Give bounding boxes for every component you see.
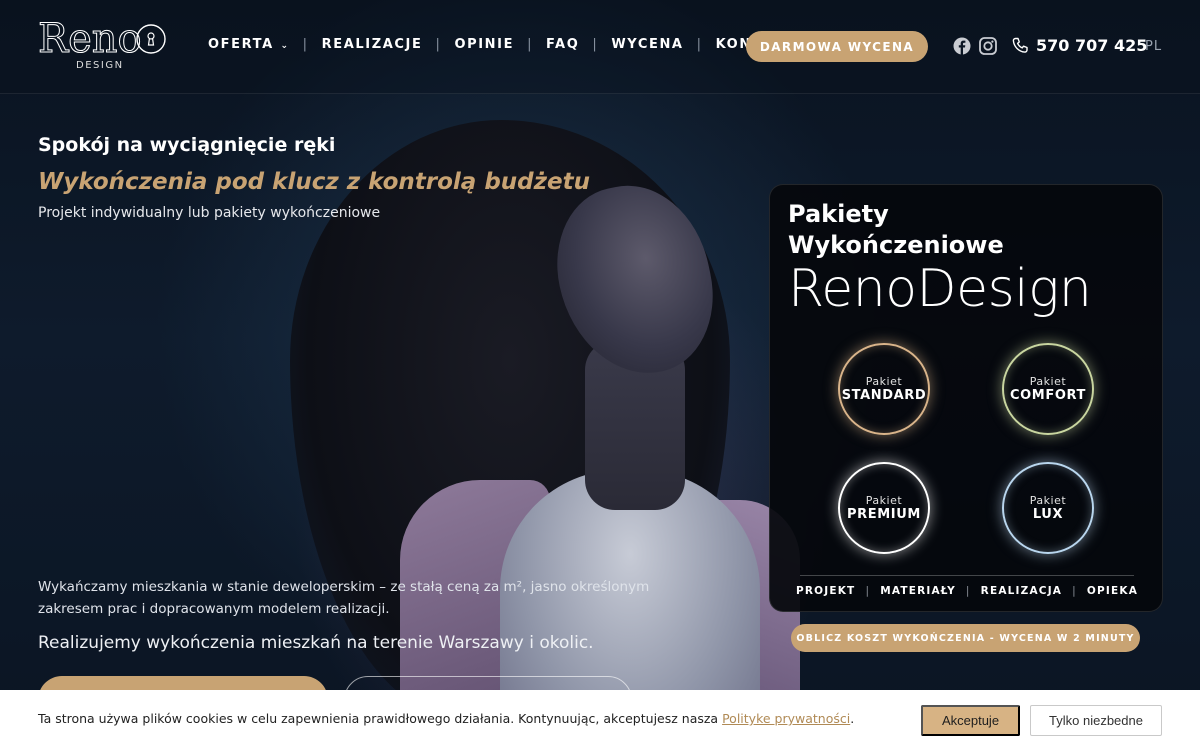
package-name: STANDARD <box>841 388 927 403</box>
free-quote-button[interactable]: DARMOWA WYCENA <box>746 31 928 62</box>
logo-subtitle: DESIGN <box>76 60 124 71</box>
nav-separator: | <box>435 37 442 52</box>
package-standard[interactable]: Pakiet STANDARD <box>838 343 930 435</box>
phone-icon <box>1012 37 1029 54</box>
packages-heading: Pakiety Wykończeniowe <box>788 199 1004 261</box>
feature-opieka: OPIEKA <box>1086 585 1139 597</box>
hero-subtitle: Wykończenia pod klucz z kontrolą budżetu <box>38 169 590 195</box>
cookie-necessary-only-button[interactable]: Tylko niezbedne <box>1030 705 1162 736</box>
privacy-policy-link[interactable]: Polityke prywatności <box>722 711 850 726</box>
logo-word: Reno <box>38 16 142 62</box>
nav-separator: | <box>592 37 599 52</box>
packages-features: PROJEKT | MATERIAŁY | REALIZACJA | OPIEK… <box>770 585 1164 597</box>
package-small-label: Pakiet <box>865 375 903 388</box>
packages-brand: RenoDesign <box>788 259 1092 319</box>
feature-separator: | <box>865 585 871 597</box>
package-name: COMFORT <box>1010 388 1086 403</box>
logo[interactable]: Reno DESIGN <box>38 14 173 74</box>
package-name: LUX <box>1032 507 1064 522</box>
calculate-cost-button[interactable]: OBLICZ KOSZT WYKOŃCZENIA - WYCENA W 2 MI… <box>791 624 1140 652</box>
hero-paragraph: Wykańczamy mieszkania w stanie deweloper… <box>38 579 650 617</box>
package-small-label: Pakiet <box>865 494 903 507</box>
feature-separator: | <box>965 585 971 597</box>
nav-separator: | <box>302 37 309 52</box>
nav-item-opinie[interactable]: OPINIE <box>454 37 514 52</box>
nav-item-wycena[interactable]: WYCENA <box>611 37 683 52</box>
packages-card: Pakiety Wykończeniowe RenoDesign Pakiet … <box>769 184 1163 612</box>
packages-heading-line2: Wykończeniowe <box>788 231 1004 259</box>
nav-label: OFERTA <box>208 37 274 52</box>
nav-item-oferta[interactable]: OFERTA ⌄ <box>208 37 290 52</box>
package-lux[interactable]: Pakiet LUX <box>1002 462 1094 554</box>
package-small-label: Pakiet <box>1029 375 1067 388</box>
hero-title: Spokój na wyciągnięcie ręki <box>38 134 336 156</box>
logo-mark: Reno <box>38 16 166 63</box>
package-premium[interactable]: Pakiet PREMIUM <box>838 462 930 554</box>
language-switcher[interactable]: PL <box>1145 39 1162 54</box>
instagram-icon[interactable] <box>979 37 997 55</box>
feature-separator: | <box>1072 585 1077 597</box>
nav-separator: | <box>696 37 703 52</box>
hero-description: Projekt indywidualny lub pakiety wykończ… <box>38 205 381 221</box>
cookie-message: Ta strona używa plików cookies w celu za… <box>38 711 723 726</box>
feature-projekt: PROJEKT <box>795 585 856 597</box>
feature-materialy: MATERIAŁY <box>880 585 956 597</box>
packages-divider <box>800 575 1134 576</box>
main-nav: OFERTA ⌄ | REALIZACJE | OPINIE | FAQ | W… <box>208 37 795 52</box>
package-name: PREMIUM <box>847 507 921 522</box>
cookie-text: Ta strona używa plików cookies w celu za… <box>38 711 854 726</box>
cookie-message-end: . <box>850 711 855 726</box>
cookie-accept-button[interactable]: Akceptuje <box>921 705 1020 736</box>
nav-item-realizacje[interactable]: REALIZACJE <box>322 37 423 52</box>
facebook-icon[interactable] <box>953 37 971 55</box>
phone-number-link[interactable]: 570 707 425 <box>1036 36 1147 55</box>
package-comfort[interactable]: Pakiet COMFORT <box>1002 343 1094 435</box>
nav-item-faq[interactable]: FAQ <box>546 37 579 52</box>
nav-separator: | <box>527 37 534 52</box>
hero-region-paragraph: Realizujemy wykończenia mieszkań na tere… <box>38 633 594 653</box>
chevron-down-icon: ⌄ <box>275 41 290 51</box>
cookie-banner: Ta strona używa plików cookies w celu za… <box>0 690 1200 750</box>
package-small-label: Pakiet <box>1029 494 1067 507</box>
feature-realizacja: REALIZACJA <box>980 585 1063 597</box>
packages-heading-line1: Pakiety <box>788 200 889 228</box>
site-header: Reno DESIGN OFERTA ⌄ | REALIZACJE | OPIN… <box>0 0 1200 94</box>
